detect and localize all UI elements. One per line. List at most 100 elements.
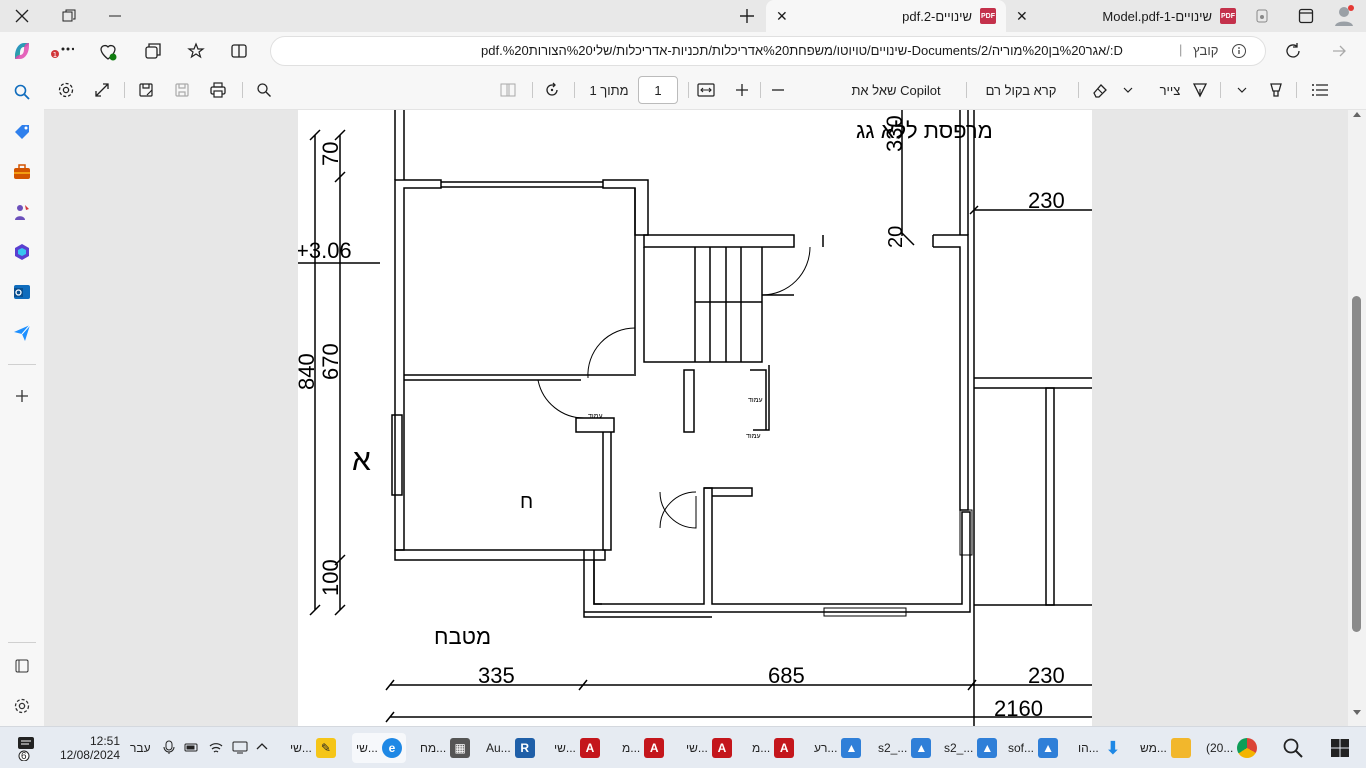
taskbar-search-icon[interactable]	[1282, 733, 1304, 763]
outlook-icon[interactable]	[10, 280, 34, 304]
taskbar-item-chrome[interactable]: (20...	[1206, 733, 1258, 763]
taskbar-item-autocad[interactable]: מ... A	[622, 733, 665, 763]
sidebar-divider	[8, 642, 36, 643]
find-icon[interactable]	[254, 78, 274, 102]
page-number-input[interactable]: 1	[638, 76, 678, 104]
taskbar-item-autocad[interactable]: שי... A	[686, 733, 732, 763]
chrome-icon	[1237, 738, 1258, 758]
forward-icon[interactable]	[1330, 42, 1348, 60]
highlight-dropdown-icon[interactable]	[1234, 78, 1250, 102]
fullscreen-icon[interactable]	[92, 78, 112, 102]
collections-icon[interactable]	[144, 42, 162, 60]
new-tab-icon[interactable]	[738, 7, 756, 25]
taskbar-item-autocad[interactable]: שי... A	[554, 733, 600, 763]
taskbar-item-autocad[interactable]: מ... A	[752, 733, 795, 763]
highlight-icon[interactable]	[1266, 78, 1286, 102]
browser-title-bar: ✕ שינויים-2.pdf PDF ✕ שינויים-Model.pdf-…	[0, 0, 1366, 32]
split-screen-icon[interactable]	[230, 42, 248, 60]
games-icon[interactable]	[10, 200, 34, 224]
eraser-dropdown-icon[interactable]	[1120, 78, 1136, 102]
add-sidebar-app-icon[interactable]	[10, 384, 34, 408]
restore-window-icon[interactable]	[62, 9, 76, 23]
language-indicator[interactable]: עבר	[130, 733, 151, 763]
tools-briefcase-icon[interactable]	[10, 160, 34, 184]
taskbar-item-photos[interactable]: sof... ▲	[1008, 733, 1059, 763]
taskbar-item-label: מח...	[420, 741, 447, 755]
close-tab-icon[interactable]: ✕	[1016, 8, 1032, 25]
copilot-icon[interactable]	[11, 40, 33, 62]
toolbar-separator	[242, 82, 243, 98]
taskbar-item-paint[interactable]: שי... ✎	[290, 733, 336, 763]
print-icon[interactable]	[208, 78, 228, 102]
taskbar-item-label: שי...	[554, 741, 576, 755]
draw-button[interactable]: צייר	[1152, 78, 1188, 102]
plan-pillar-label: עמוד	[748, 397, 763, 404]
wifi-icon[interactable]	[208, 740, 224, 757]
eraser-icon[interactable]	[1090, 78, 1110, 102]
workspaces-icon[interactable]	[1298, 8, 1314, 24]
system-tray[interactable]	[162, 733, 268, 763]
notification-center[interactable]: 6	[16, 733, 44, 763]
taskbar-item-downloads[interactable]: הו... ⬇	[1078, 733, 1123, 763]
taskbar-item-explorer[interactable]: מש...	[1140, 733, 1191, 763]
more-extensions-icon[interactable]: 1	[50, 44, 74, 58]
minimize-window-icon[interactable]	[108, 9, 122, 23]
tab-shinuyim-model[interactable]: ✕ שינויים-Model.pdf-1 PDF	[1006, 0, 1246, 32]
taskbar-item-photos[interactable]: רע... ▲	[814, 733, 862, 763]
taskbar-item-photos[interactable]: s2_... ▲	[944, 733, 998, 763]
read-aloud-button[interactable]: קרא בקול רם	[976, 78, 1066, 102]
mic-icon[interactable]	[162, 740, 176, 757]
save-as-icon[interactable]	[136, 78, 156, 102]
zoom-out-icon[interactable]	[768, 78, 788, 102]
scroll-up-icon[interactable]	[1353, 112, 1361, 117]
fit-width-icon[interactable]	[696, 78, 716, 102]
display-icon[interactable]	[232, 740, 248, 757]
dim-685: 685	[768, 663, 805, 688]
favorites-icon[interactable]	[187, 42, 205, 60]
page-view-icon[interactable]	[498, 78, 518, 102]
taskbar-item-edge[interactable]: שי... e	[352, 733, 406, 763]
toolbar-separator	[574, 82, 575, 98]
vertical-scrollbar[interactable]	[1348, 110, 1366, 726]
profile-avatar[interactable]	[1332, 4, 1356, 28]
search-icon[interactable]	[10, 80, 34, 104]
site-info-icon[interactable]	[1231, 43, 1247, 62]
toolbar-separator	[1220, 82, 1221, 98]
battery-icon[interactable]	[184, 740, 200, 757]
pdf-settings-icon[interactable]	[56, 78, 76, 102]
tab-actions-icon[interactable]	[1254, 8, 1270, 24]
zoom-in-icon[interactable]	[732, 78, 752, 102]
paint-icon: ✎	[315, 738, 336, 758]
scroll-down-icon[interactable]	[1353, 710, 1361, 715]
taskbar-item-label: Au...	[486, 741, 511, 755]
browser-essentials-icon[interactable]	[98, 42, 118, 62]
photos-icon: ▲	[977, 738, 998, 758]
clock[interactable]: 12:51 12/08/2024	[56, 733, 120, 763]
ask-copilot-button[interactable]: שאל את Copilot	[844, 78, 948, 102]
taskbar-item-photos[interactable]: s2_... ▲	[878, 733, 932, 763]
scrollbar-thumb[interactable]	[1352, 296, 1361, 632]
start-windows-icon[interactable]	[1330, 733, 1350, 763]
dim-840: 840	[298, 353, 319, 390]
taskbar-item-revit[interactable]: Au... R	[486, 733, 535, 763]
rotate-icon[interactable]	[542, 78, 562, 102]
draw-pen-icon[interactable]	[1190, 78, 1210, 102]
contents-icon[interactable]	[1310, 78, 1330, 102]
toolbar-separator	[966, 82, 967, 98]
dim-70: 70	[318, 142, 343, 166]
save-icon[interactable]	[172, 78, 192, 102]
shopping-tag-icon[interactable]	[10, 120, 34, 144]
drop-send-icon[interactable]	[10, 320, 34, 344]
taskbar-item-label: s2_...	[878, 741, 908, 755]
close-window-icon[interactable]	[14, 8, 30, 24]
show-hidden-icons[interactable]	[256, 741, 268, 755]
plan-label-kitchen: מטבח	[434, 624, 491, 649]
address-input[interactable]: D:/אגר%20בן%20מוריה/Documents/2-שינויים/…	[270, 36, 1266, 66]
refresh-icon[interactable]	[1284, 42, 1302, 60]
hide-sidebar-icon[interactable]	[10, 654, 34, 678]
taskbar-item-calculator[interactable]: מח... ▦	[420, 733, 471, 763]
microsoft365-icon[interactable]	[10, 240, 34, 264]
close-tab-icon[interactable]: ✕	[776, 8, 792, 25]
sidebar-settings-icon[interactable]	[10, 694, 34, 718]
tab-shinuyim-2[interactable]: ✕ שינויים-2.pdf PDF	[766, 0, 1006, 32]
